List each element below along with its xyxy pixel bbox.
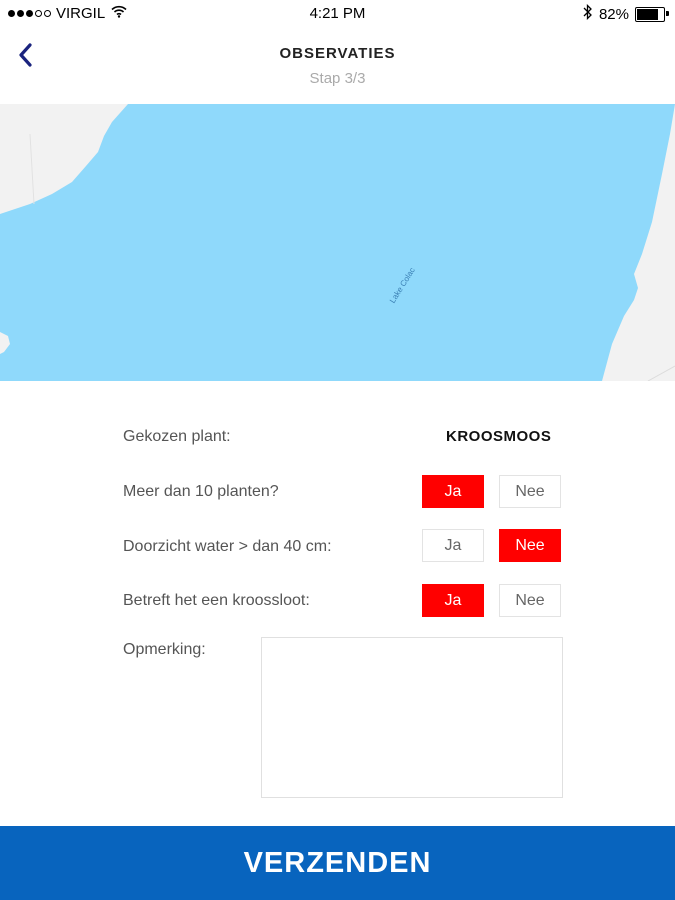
map-view[interactable]: Lake Colac xyxy=(0,104,675,381)
question-label-3: Betreft het een kroossloot: xyxy=(123,592,310,609)
question-label-2: Doorzicht water > dan 40 cm: xyxy=(123,538,332,555)
q1-no-button[interactable]: Nee xyxy=(499,475,561,508)
remark-textarea[interactable] xyxy=(261,637,563,798)
q3-no-button[interactable]: Nee xyxy=(499,584,561,617)
q3-yes-button[interactable]: Ja xyxy=(422,584,484,617)
page-title: OBSERVATIES xyxy=(279,45,396,62)
step-indicator: Stap 3/3 xyxy=(309,70,366,87)
observation-screen: VIRGIL 4:21 PM 82% OBSERVATIES Stap 3/3 … xyxy=(0,0,675,900)
battery-percentage: 82% xyxy=(598,5,629,23)
q1-yes-button[interactable]: Ja xyxy=(422,475,484,508)
question-label-1: Meer dan 10 planten? xyxy=(123,483,279,500)
q2-yes-button[interactable]: Ja xyxy=(422,529,484,562)
q2-no-button[interactable]: Nee xyxy=(499,529,561,562)
header: OBSERVATIES Stap 3/3 xyxy=(0,28,675,104)
battery-icon xyxy=(635,6,669,22)
map-land-shapes xyxy=(0,104,675,381)
status-right: 82% xyxy=(583,3,669,24)
status-time: 4:21 PM xyxy=(309,5,366,22)
status-bar: VIRGIL 4:21 PM 82% xyxy=(0,0,675,28)
plant-value: KROOSMOOS xyxy=(446,428,552,445)
submit-button[interactable]: VERZENDEN xyxy=(0,826,675,900)
plant-label: Gekozen plant: xyxy=(123,428,231,445)
remark-label: Opmerking: xyxy=(123,641,206,658)
bluetooth-icon xyxy=(583,3,593,24)
